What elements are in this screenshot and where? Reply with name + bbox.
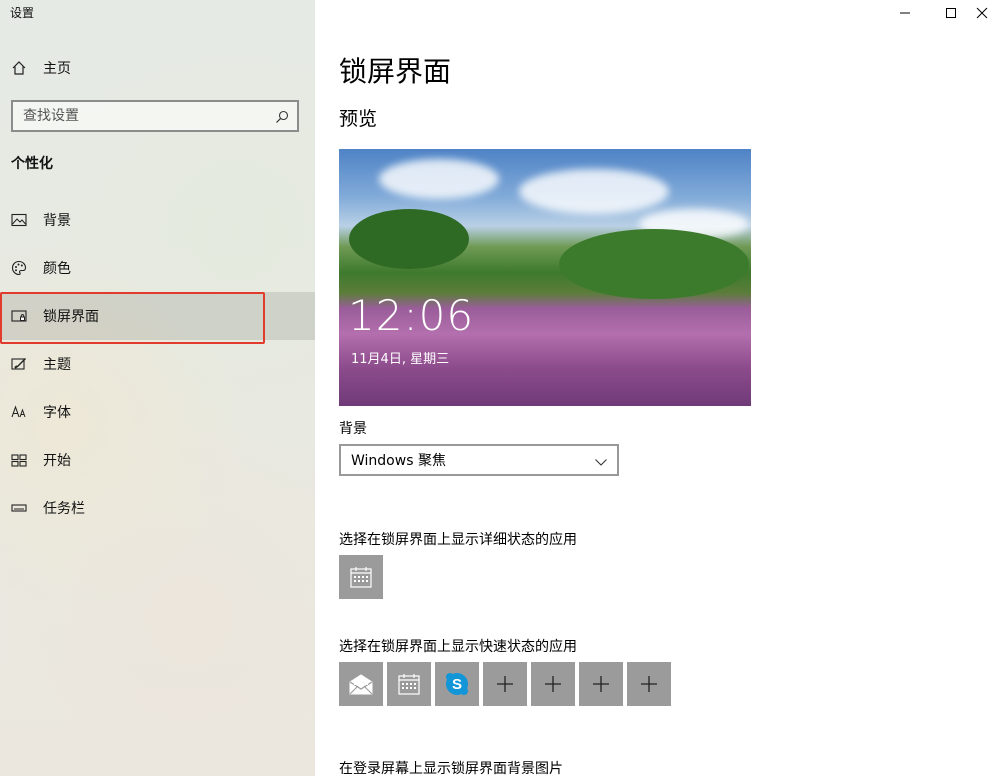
font-icon (11, 404, 27, 420)
add-icon (641, 676, 657, 692)
preview-tree (349, 209, 469, 269)
chevron-down-icon (594, 454, 608, 468)
search-icon[interactable] (275, 109, 289, 123)
maximize-icon (946, 8, 956, 18)
svg-text:S: S (452, 676, 462, 693)
close-icon (976, 7, 988, 19)
preview-cloud (519, 169, 669, 214)
mail-icon (349, 674, 373, 695)
calendar-icon (398, 674, 420, 695)
search-input[interactable] (13, 108, 263, 124)
lock-screen-icon (11, 308, 27, 324)
skype-icon: S (446, 673, 468, 695)
theme-icon (11, 356, 27, 372)
minimize-button[interactable] (882, 0, 928, 26)
background-dropdown-value: Windows 聚焦 (351, 453, 446, 469)
sidebar-item-label: 主题 (43, 357, 71, 373)
close-button[interactable] (959, 0, 1005, 26)
minimize-icon (900, 12, 910, 14)
calendar-icon (350, 567, 372, 588)
sidebar-item-themes[interactable]: 主题 (0, 340, 315, 388)
detailed-status-app-calendar[interactable] (339, 555, 383, 599)
quick-status-add-button[interactable] (531, 662, 575, 706)
add-icon (545, 676, 561, 692)
add-icon (497, 676, 513, 692)
quick-status-add-button[interactable] (627, 662, 671, 706)
sidebar-item-label: 颜色 (43, 261, 71, 277)
preview-cloud (379, 159, 499, 199)
quick-status-label: 选择在锁屏界面上显示快速状态的应用 (339, 639, 577, 655)
sidebar-item-label: 主页 (43, 61, 71, 77)
sidebar-item-label: 任务栏 (43, 501, 85, 517)
lock-screen-preview: 12:06 11月4日, 星期三 (339, 149, 751, 406)
taskbar-icon (11, 500, 27, 516)
quick-status-add-button[interactable] (483, 662, 527, 706)
preview-time: 12:06 (348, 291, 475, 340)
sidebar-item-label: 开始 (43, 453, 71, 469)
detailed-status-label: 选择在锁屏界面上显示详细状态的应用 (339, 532, 577, 548)
sidebar-item-background[interactable]: 背景 (0, 196, 315, 244)
sidebar-item-label: 锁屏界面 (43, 309, 99, 325)
quick-status-app-calendar[interactable] (387, 662, 431, 706)
sidebar-item-colors[interactable]: 颜色 (0, 244, 315, 292)
quick-status-app-mail[interactable] (339, 662, 383, 706)
section-title: 个性化 (11, 156, 53, 172)
sidebar-item-label: 背景 (43, 213, 71, 229)
preview-heading: 预览 (339, 108, 378, 130)
sidebar-item-start[interactable]: 开始 (0, 436, 315, 484)
preview-tree (559, 229, 749, 299)
app-title: 设置 (10, 6, 35, 20)
quick-status-app-skype[interactable]: S (435, 662, 479, 706)
sidebar: 设置 主页 个性化 背景 颜色 锁屏界面 主题 (0, 0, 315, 776)
background-dropdown[interactable]: Windows 聚焦 (339, 444, 619, 476)
quick-status-add-button[interactable] (579, 662, 623, 706)
palette-icon (11, 260, 27, 276)
signin-background-label: 在登录屏幕上显示锁屏界面背景图片 (339, 761, 563, 776)
preview-date: 11月4日, 星期三 (351, 352, 450, 367)
sidebar-item-fonts[interactable]: 字体 (0, 388, 315, 436)
page-title: 锁屏界面 (339, 55, 452, 88)
sidebar-item-home[interactable]: 主页 (0, 44, 315, 92)
search-box[interactable] (11, 100, 299, 132)
home-icon (11, 60, 27, 76)
sidebar-item-taskbar[interactable]: 任务栏 (0, 484, 315, 532)
add-icon (593, 676, 609, 692)
start-icon (11, 452, 27, 468)
background-label: 背景 (339, 421, 367, 437)
sidebar-item-label: 字体 (43, 405, 71, 421)
picture-icon (11, 212, 27, 228)
sidebar-item-lock-screen[interactable]: 锁屏界面 (0, 292, 315, 340)
